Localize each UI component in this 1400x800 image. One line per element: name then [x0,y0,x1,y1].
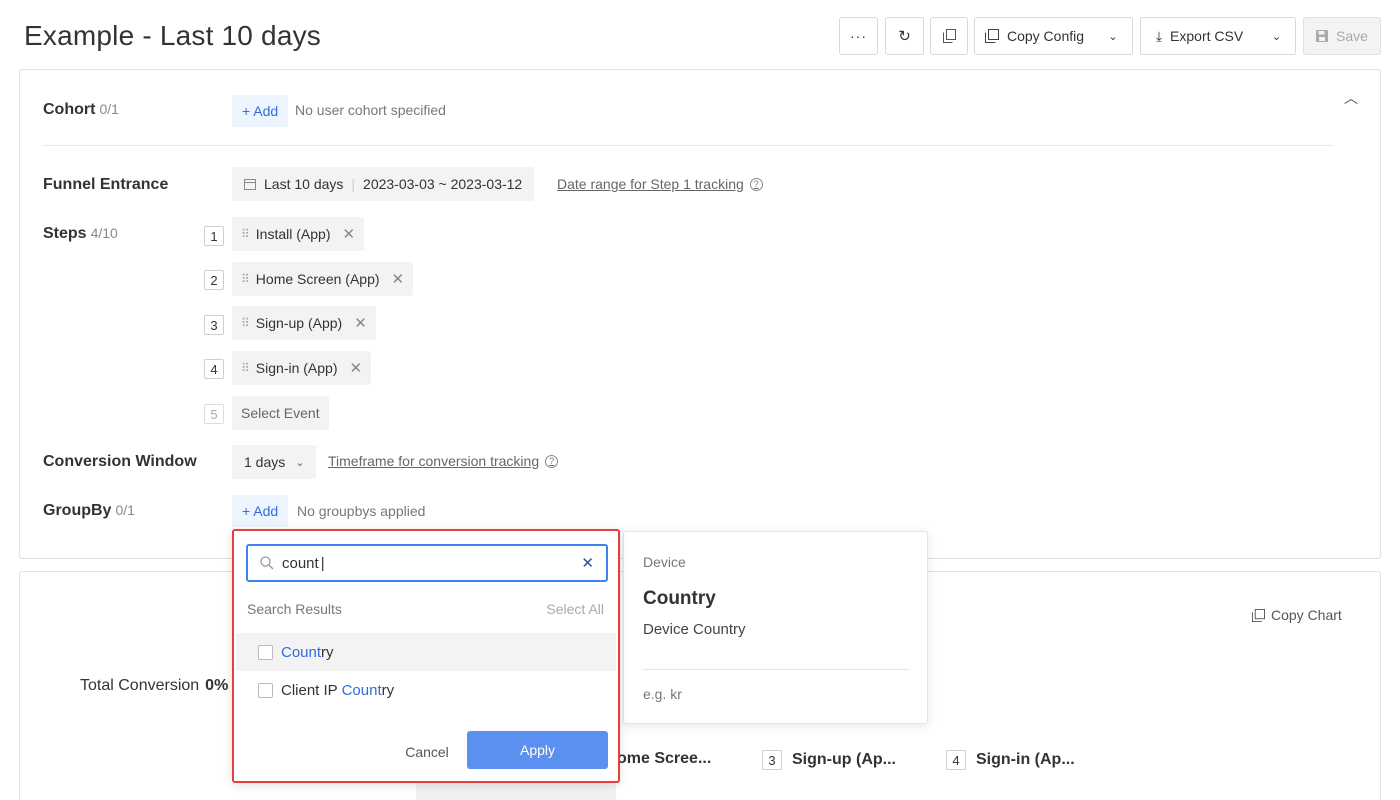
checkbox[interactable] [258,682,273,698]
checkbox[interactable] [258,644,273,660]
drag-handle-icon[interactable]: ⠿ [241,227,250,241]
property-name: Country [643,588,716,609]
groupby-empty-text: No groupbys applied [297,503,426,519]
list-item[interactable]: Client IP Country [236,671,616,709]
step-number: 2 [204,270,224,290]
search-input[interactable]: count | ✕ [246,544,608,582]
collapse-icon[interactable]: ︿ [1344,88,1358,108]
steps-label: Steps 4/10 [43,225,118,242]
search-value: count [282,554,319,572]
add-groupby-button[interactable]: + Add [232,495,289,527]
help-icon: ? [749,177,763,191]
copy-config-menu-button[interactable]: ⌄ [1094,17,1133,55]
save-button[interactable]: Save [1303,17,1381,55]
property-description: Device Country [643,621,746,638]
step-chip[interactable]: ⠿ Sign-up (App) ✕ [232,306,376,340]
step-name: Home Screen (App) [255,271,380,287]
option-label: Client IP Country [281,681,395,699]
copy-config-button[interactable]: Copy Config [974,17,1095,55]
legend-item: ome Scree... [617,750,712,767]
refresh-button[interactable]: ↻ [885,17,924,55]
date-range-dates: 2023-03-03 ~ 2023-03-12 [363,176,523,192]
select-all-button[interactable]: Select All [546,601,604,617]
groupby-label: GroupBy 0/1 [43,502,135,519]
divider [643,669,909,670]
copy-config-label: Copy Config [1006,28,1085,44]
cohort-count: 0/1 [99,101,119,117]
export-csv-menu-button[interactable]: ⌄ [1258,17,1296,55]
property-category: Device [643,554,686,570]
divider [43,145,1333,146]
legend-step-number: 3 [762,750,782,770]
save-icon [1316,30,1329,42]
chart-bar [416,782,616,800]
groupby-count: 0/1 [115,502,135,518]
cohort-label: Cohort 0/1 [43,101,119,118]
step-number: 3 [204,315,224,335]
refresh-icon: ↻ [898,28,911,45]
property-example: e.g. kr [643,686,682,702]
add-cohort-button[interactable]: + Add [232,95,289,127]
step-chip[interactable]: ⠿ Install (App) ✕ [232,217,365,251]
step-name: Install (App) [255,226,331,242]
list-item[interactable]: Country [236,633,616,671]
step-name: Sign-up (App) [255,315,343,331]
search-icon [260,556,274,570]
page-title: Example - Last 10 days [24,20,321,51]
total-conversion: Total Conversion 0% [80,677,229,694]
date-range-help-link[interactable]: Date range for Step 1 tracking? [557,176,763,192]
close-icon[interactable]: ✕ [392,270,405,288]
conversion-window-label: Conversion Window [43,453,197,470]
chevron-down-icon: ⌄ [1108,30,1118,43]
legend-item: 4 Sign-in (Ap... [946,750,1075,770]
drag-handle-icon[interactable]: ⠿ [241,316,250,330]
date-range-picker[interactable]: Last 10 days | 2023-03-03 ~ 2023-03-12 [232,167,535,201]
select-event-button[interactable]: Select Event [232,396,329,430]
step-chip[interactable]: ⠿ Home Screen (App) ✕ [232,262,414,296]
chevron-down-icon: ⌄ [1271,30,1282,43]
conversion-window-help-link[interactable]: Timeframe for conversion tracking? [328,453,559,469]
date-range-name: Last 10 days [264,176,344,192]
help-icon: ? [545,454,559,468]
step-number: 4 [204,359,224,379]
total-conversion-value: 0% [205,677,229,694]
cancel-button[interactable]: Cancel [394,733,460,771]
legend-step-number: 4 [946,750,966,770]
close-icon[interactable]: ✕ [350,359,363,377]
conversion-window-value: 1 days [244,454,286,470]
step-chip[interactable]: ⠿ Sign-in (App) ✕ [232,351,372,385]
copy-icon [1252,608,1265,622]
conversion-window-select[interactable]: 1 days ⌄ [232,445,317,479]
cohort-empty-text: No user cohort specified [295,102,446,118]
funnel-entrance-label: Funnel Entrance [43,176,169,193]
step-number: 5 [204,404,224,424]
close-icon[interactable]: ✕ [343,225,356,243]
save-label: Save [1336,28,1368,44]
step-name: Sign-in (App) [255,360,338,376]
chevron-down-icon: ⌄ [295,456,305,469]
duplicate-icon [942,29,956,43]
more-options-button[interactable]: ··· [839,17,878,55]
drag-handle-icon[interactable]: ⠿ [241,272,250,286]
option-label: Country [281,643,334,661]
copy-chart-button[interactable]: Copy Chart [1252,607,1342,623]
calendar-icon [244,179,256,190]
drag-handle-icon[interactable]: ⠿ [241,361,250,375]
close-icon[interactable]: ✕ [354,314,367,332]
steps-count: 4/10 [90,225,118,241]
duplicate-button[interactable] [930,17,968,55]
query-config-panel [19,69,1381,559]
groupby-dropdown: count | ✕ Search Results Select All Count… [232,529,620,783]
export-csv-button[interactable]: ⤓ Export CSV [1140,17,1259,55]
property-detail-card: Device Country Device Country e.g. kr [623,531,928,724]
apply-button[interactable]: Apply [467,731,608,769]
export-csv-label: Export CSV [1170,28,1244,44]
legend-item: 3 Sign-up (Ap... [762,750,896,770]
download-icon: ⤓ [1155,27,1163,44]
clear-icon[interactable]: ✕ [581,554,594,572]
more-icon: ··· [850,28,867,44]
search-results-label: Search Results [247,601,342,617]
copy-icon [984,29,999,43]
step-number: 1 [204,226,224,246]
